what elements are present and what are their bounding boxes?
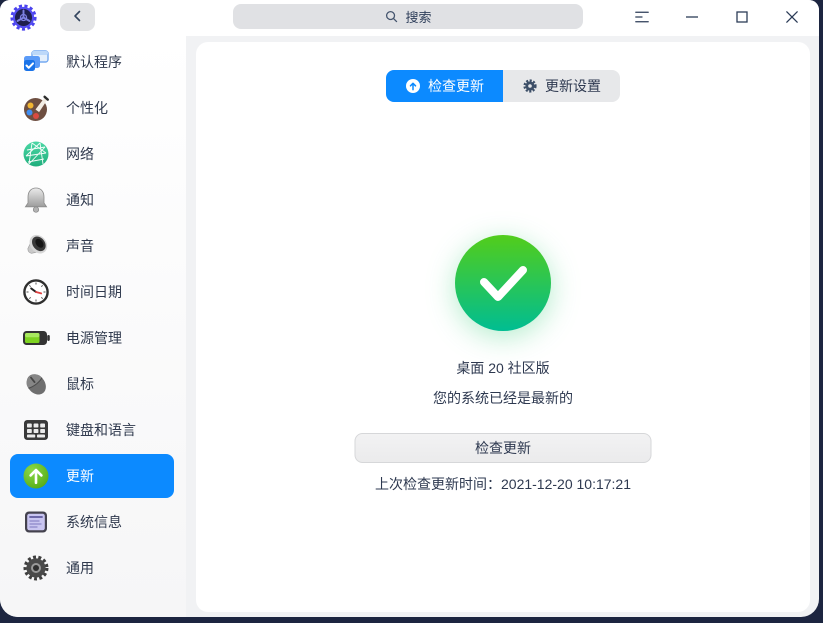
last-check-timestamp: 2021-12-20 10:17:21 bbox=[501, 476, 631, 492]
system-info-icon bbox=[20, 506, 52, 538]
maximize-icon bbox=[734, 9, 750, 28]
sidebar-item-label: 时间日期 bbox=[66, 284, 122, 300]
sidebar-item-label: 更新 bbox=[66, 468, 94, 484]
chevron-left-icon bbox=[70, 8, 86, 27]
tab-label: 更新设置 bbox=[545, 78, 601, 94]
menu-icon bbox=[634, 10, 650, 27]
sidebar-item-default-apps[interactable]: 默认程序 bbox=[10, 40, 174, 84]
general-icon bbox=[20, 552, 52, 584]
maximize-button[interactable] bbox=[734, 10, 750, 26]
tab-label: 检查更新 bbox=[428, 78, 484, 94]
sidebar-item-label: 鼠标 bbox=[66, 376, 94, 392]
sidebar-item-label: 网络 bbox=[66, 146, 94, 162]
mouse-icon bbox=[20, 368, 52, 400]
tab-bar: 检查更新 更新设置 bbox=[386, 70, 620, 102]
sidebar-item-system-info[interactable]: 系统信息 bbox=[10, 500, 174, 544]
sidebar-item-label: 通用 bbox=[66, 560, 94, 576]
close-icon bbox=[784, 9, 800, 28]
last-check-label: 上次检查更新时间： bbox=[375, 476, 501, 492]
personalization-icon bbox=[20, 92, 52, 124]
search-placeholder: 搜索 bbox=[405, 10, 432, 25]
control-center-app-icon bbox=[8, 2, 39, 33]
default-apps-icon bbox=[20, 46, 52, 78]
version-label: 桌面 20 社区版 bbox=[456, 360, 550, 376]
main-panel: 检查更新 更新设置 桌面 20 社区版 您的系统已经是最新的 检查更新 上次检查更… bbox=[196, 42, 810, 612]
sidebar-item-sound[interactable]: 声音 bbox=[10, 224, 174, 268]
sidebar-item-personalization[interactable]: 个性化 bbox=[10, 86, 174, 130]
back-button[interactable] bbox=[60, 3, 95, 31]
sidebar-item-label: 系统信息 bbox=[66, 514, 122, 530]
close-button[interactable] bbox=[784, 10, 800, 26]
menu-button[interactable] bbox=[634, 10, 650, 26]
sidebar-item-power[interactable]: 电源管理 bbox=[10, 316, 174, 360]
sidebar-item-general[interactable]: 通用 bbox=[10, 546, 174, 590]
sound-icon bbox=[20, 230, 52, 262]
sidebar-item-label: 个性化 bbox=[66, 100, 108, 116]
datetime-icon bbox=[20, 276, 52, 308]
sidebar-list: 默认程序个性化网络通知声音时间日期电源管理鼠标键盘和语言更新系统信息通用 bbox=[0, 36, 186, 590]
control-center-window: 搜索 默认程序 个性化 网络 通知 声音 时间日期 电源管理 鼠标 键盘和语言 … bbox=[0, 0, 819, 617]
sidebar-item-notification[interactable]: 通知 bbox=[10, 178, 174, 222]
sidebar-item-datetime[interactable]: 时间日期 bbox=[10, 270, 174, 314]
sidebar-item-label: 默认程序 bbox=[66, 54, 122, 70]
tab-check-update[interactable]: 检查更新 bbox=[386, 70, 503, 102]
update-icon bbox=[20, 460, 52, 492]
search-input[interactable]: 搜索 bbox=[233, 4, 583, 29]
power-icon bbox=[20, 322, 52, 354]
sidebar-item-mouse[interactable]: 鼠标 bbox=[10, 362, 174, 406]
notification-icon bbox=[20, 184, 52, 216]
sidebar-item-label: 键盘和语言 bbox=[66, 422, 136, 438]
last-check-time: 上次检查更新时间：2021-12-20 10:17:21 bbox=[196, 474, 810, 494]
sidebar-item-network[interactable]: 网络 bbox=[10, 132, 174, 176]
minimize-button[interactable] bbox=[684, 10, 700, 26]
arrow-up-circle-icon bbox=[405, 78, 421, 94]
search-icon bbox=[384, 9, 399, 24]
sidebar-item-label: 电源管理 bbox=[66, 330, 122, 346]
sidebar-item-label: 通知 bbox=[66, 192, 94, 208]
window-controls bbox=[634, 0, 819, 36]
tab-update-settings[interactable]: 更新设置 bbox=[503, 70, 620, 102]
check-update-button[interactable]: 检查更新 bbox=[354, 433, 652, 463]
gear-icon bbox=[522, 78, 538, 94]
sidebar-item-keyboard[interactable]: 键盘和语言 bbox=[10, 408, 174, 452]
title-bar: 搜索 bbox=[0, 0, 819, 36]
keyboard-icon bbox=[20, 414, 52, 446]
sidebar-item-label: 声音 bbox=[66, 238, 94, 254]
network-icon bbox=[20, 138, 52, 170]
sidebar: 默认程序个性化网络通知声音时间日期电源管理鼠标键盘和语言更新系统信息通用 bbox=[0, 36, 186, 617]
success-check-icon bbox=[455, 235, 551, 331]
sidebar-item-update[interactable]: 更新 bbox=[10, 454, 174, 498]
minimize-icon bbox=[684, 9, 700, 28]
system-status-text: 您的系统已经是最新的 bbox=[433, 390, 573, 406]
